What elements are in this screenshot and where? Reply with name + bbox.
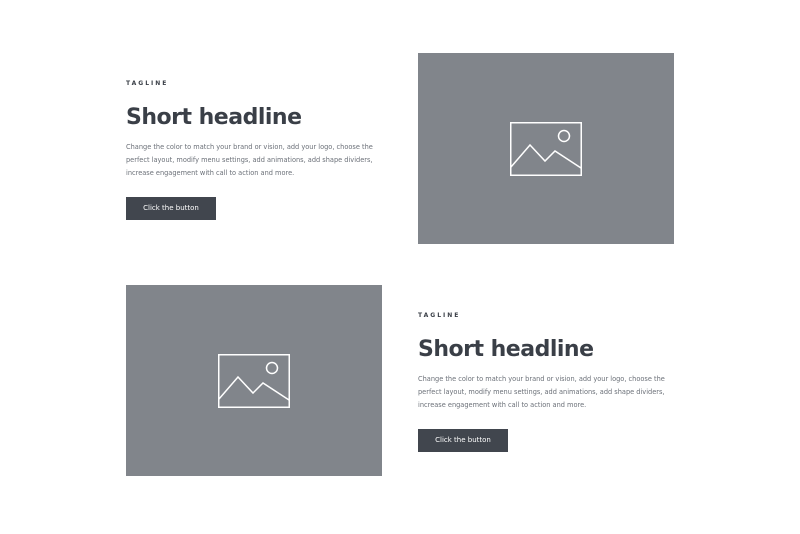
image-placeholder xyxy=(126,285,382,476)
text-block: TAGLINE Short headline Change the color … xyxy=(126,80,386,220)
tagline: TAGLINE xyxy=(418,312,461,319)
image-placeholder-icon xyxy=(510,122,582,176)
tagline: TAGLINE xyxy=(126,80,169,87)
body-text: Change the color to match your brand or … xyxy=(126,143,373,177)
feature-section-2: TAGLINE Short headline Change the color … xyxy=(0,267,800,534)
click-the-button[interactable]: Click the button xyxy=(418,429,508,452)
body-text: Change the color to match your brand or … xyxy=(418,375,665,409)
headline: Short headline xyxy=(418,337,594,362)
headline: Short headline xyxy=(126,105,302,130)
image-placeholder xyxy=(418,53,674,244)
feature-section-1: TAGLINE Short headline Change the color … xyxy=(0,0,800,267)
click-the-button[interactable]: Click the button xyxy=(126,197,216,220)
text-block: TAGLINE Short headline Change the color … xyxy=(418,312,678,452)
image-placeholder-icon xyxy=(218,354,290,408)
